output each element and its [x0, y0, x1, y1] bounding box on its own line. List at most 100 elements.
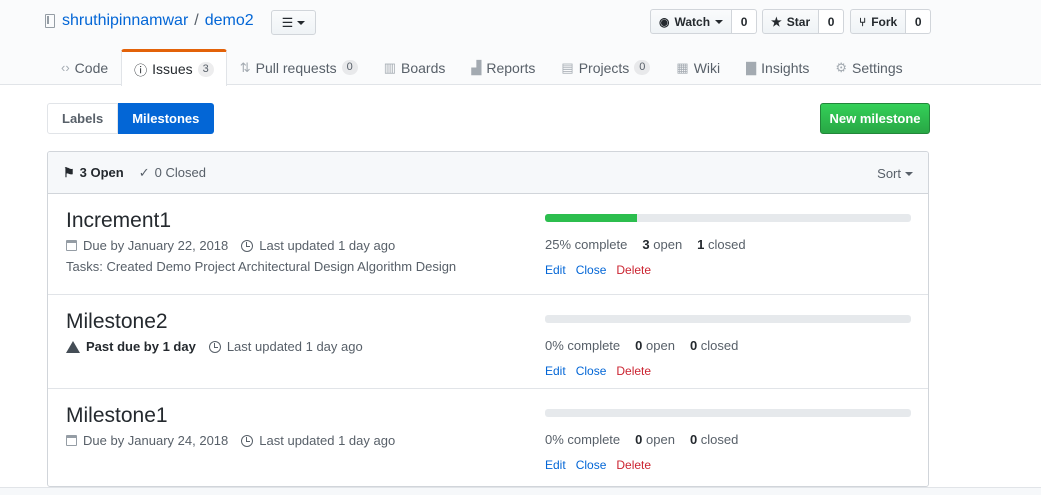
milestone-title[interactable]: Milestone1	[66, 404, 168, 427]
open-label: open	[646, 432, 675, 447]
milestone-item: Milestone1 Due by January 24, 2018 Last …	[48, 388, 928, 482]
delete-link[interactable]: Delete	[616, 458, 651, 472]
tab-reports[interactable]: ▟ Reports	[458, 49, 548, 85]
issue-icon: ⓘ	[134, 62, 148, 78]
fork-action: ⑂ Fork 0	[850, 9, 932, 34]
repo-menu-button[interactable]: ☰	[271, 10, 316, 35]
milestone-icon: ⚑	[63, 164, 75, 180]
tab-boards[interactable]: ▥ Boards	[371, 49, 459, 85]
tab-label: Projects	[578, 59, 630, 76]
open-count: 0	[635, 432, 643, 447]
tab-issues[interactable]: ⓘ Issues 3	[121, 49, 227, 86]
tab-pull-requests[interactable]: ⇅ Pull requests 0	[227, 49, 371, 85]
eye-icon: ◉	[659, 14, 670, 29]
tab-counter: 3	[197, 61, 214, 77]
past-due: Past due by 1 day	[66, 339, 196, 354]
closed-count: 0	[689, 338, 698, 353]
code-icon: ‹›	[61, 60, 70, 75]
calendar-icon	[66, 240, 77, 251]
percent-complete: 0% complete	[545, 432, 621, 447]
repo-name-link[interactable]: demo2	[205, 12, 254, 30]
closed-label: closed	[700, 432, 739, 447]
closed-milestones-link[interactable]: ✓ 0 Closed	[139, 165, 206, 181]
edit-link[interactable]: Edit	[545, 458, 566, 472]
open-count-label: 3 Open	[79, 165, 124, 180]
progress-bar	[545, 214, 911, 222]
fork-count[interactable]: 0	[906, 9, 932, 34]
milestone-description: Tasks: Created Demo Project Architectura…	[66, 259, 457, 274]
closed-issues-link[interactable]: 0 closed	[690, 432, 738, 447]
close-link[interactable]: Close	[576, 263, 607, 277]
closed-count: 0	[689, 432, 698, 447]
tab-insights[interactable]: ▇ Insights	[733, 49, 822, 85]
tab-label: Wiki	[693, 59, 721, 76]
delete-link[interactable]: Delete	[616, 364, 651, 378]
reports-icon: ▟	[471, 59, 482, 75]
open-issues-link[interactable]: 3 open	[642, 237, 682, 252]
calendar-icon	[66, 435, 77, 446]
due-date-text: Due by January 24, 2018	[83, 433, 229, 448]
clock-icon	[241, 239, 254, 252]
tab-projects[interactable]: ▤ Projects 0	[548, 49, 663, 85]
sort-dropdown[interactable]: Sort	[877, 166, 913, 181]
repo-nav: ‹› Code ⓘ Issues 3 ⇅ Pull requests 0 ▥ B…	[48, 49, 916, 86]
chevron-down-icon	[715, 19, 724, 24]
milestone-stats: 0% complete 0 open 0 closed	[545, 432, 911, 447]
last-updated: Last updated 1 day ago	[241, 433, 395, 448]
tab-label: Issues	[152, 61, 193, 77]
alert-icon	[66, 340, 80, 353]
tab-label: Reports	[486, 59, 536, 76]
tab-label: Code	[74, 59, 109, 76]
progress-fill	[545, 214, 637, 222]
last-updated: Last updated 1 day ago	[208, 339, 363, 354]
close-link[interactable]: Close	[576, 458, 607, 472]
tab-code[interactable]: ‹› Code	[48, 49, 121, 85]
delete-link[interactable]: Delete	[616, 263, 651, 277]
watch-button[interactable]: ◉ Watch	[650, 9, 733, 34]
star-icon: ★	[771, 14, 782, 29]
labels-tab[interactable]: Labels	[47, 103, 119, 134]
tab-label: Settings	[852, 59, 903, 76]
open-issues-link[interactable]: 0 open	[635, 432, 675, 447]
closed-count-label: 0 Closed	[154, 165, 206, 180]
open-issues-link[interactable]: 0 open	[635, 338, 675, 353]
chevron-down-icon	[905, 171, 913, 176]
bottom-divider	[0, 487, 1041, 495]
progress-bar	[545, 409, 911, 417]
fork-icon: ⑂	[859, 14, 867, 29]
due-date-text: Due by January 22, 2018	[83, 238, 229, 253]
repo-owner-link[interactable]: shruthipinnamwar	[62, 12, 188, 30]
fork-label: Fork	[871, 14, 898, 29]
milestones-tab[interactable]: Milestones	[118, 103, 215, 134]
closed-issues-link[interactable]: 0 closed	[690, 338, 738, 353]
repo-separator: /	[194, 12, 199, 29]
star-button[interactable]: ★ Star	[762, 9, 820, 34]
star-label: Star	[786, 14, 811, 29]
pull-request-icon: ⇅	[239, 59, 251, 75]
tab-settings[interactable]: ⚙ Settings	[822, 49, 915, 85]
due-date: Due by January 22, 2018	[66, 238, 228, 253]
edit-link[interactable]: Edit	[545, 364, 566, 378]
chevron-down-icon	[297, 20, 306, 25]
milestone-title[interactable]: Milestone2	[66, 310, 168, 333]
labels-milestones-switch: Labels Milestones	[47, 103, 215, 134]
last-updated: Last updated 1 day ago	[241, 238, 395, 253]
close-link[interactable]: Close	[576, 364, 607, 378]
new-milestone-button[interactable]: New milestone	[820, 103, 930, 134]
milestone-title[interactable]: Increment1	[66, 209, 171, 232]
star-count[interactable]: 0	[819, 9, 845, 34]
clock-icon	[241, 434, 254, 447]
tab-wiki[interactable]: ▦ Wiki	[663, 49, 733, 85]
open-label: open	[653, 237, 683, 252]
watch-count[interactable]: 0	[732, 9, 758, 34]
fork-button[interactable]: ⑂ Fork	[850, 9, 907, 34]
open-milestones-link[interactable]: ⚑ 3 Open	[63, 165, 124, 181]
watch-action: ◉ Watch 0	[650, 9, 758, 34]
percent-complete: 25% complete	[545, 237, 628, 252]
edit-link[interactable]: Edit	[545, 263, 566, 277]
tab-counter: 0	[634, 60, 651, 75]
milestones-list: ⚑ 3 Open ✓ 0 Closed Sort Increment1 Due …	[47, 151, 929, 487]
closed-count: 1	[697, 237, 705, 252]
progress-bar	[545, 315, 911, 323]
closed-issues-link[interactable]: 1 closed	[697, 237, 745, 252]
